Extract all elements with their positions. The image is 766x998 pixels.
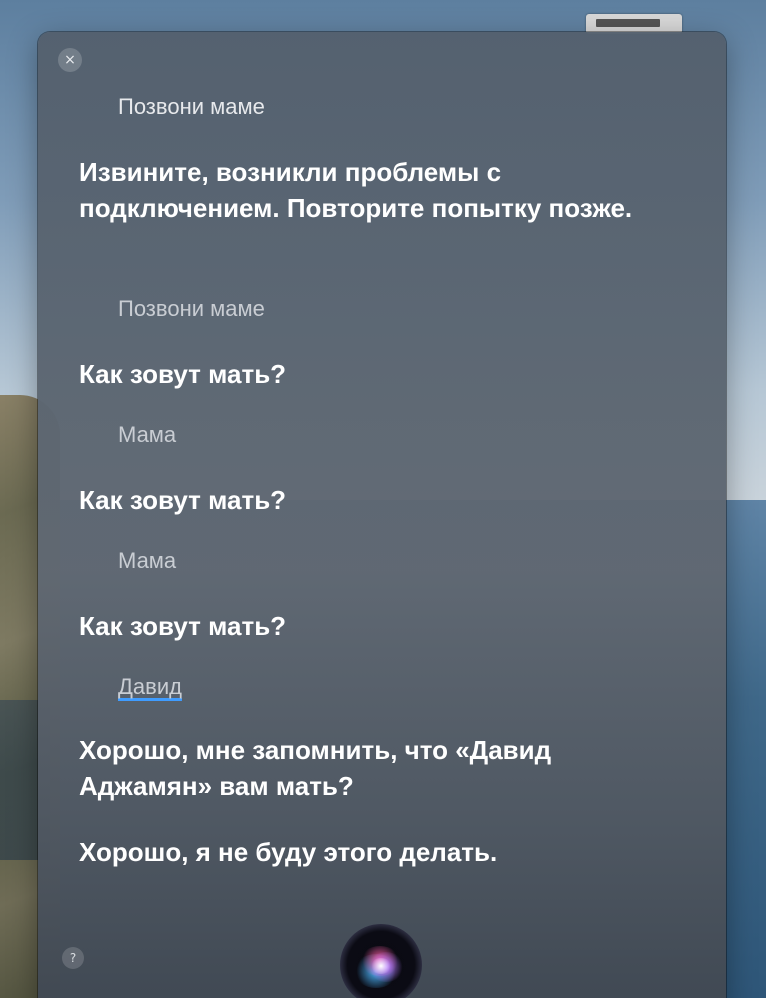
siri-response: Как зовут мать? bbox=[79, 485, 287, 515]
siri-orb-icon[interactable] bbox=[340, 924, 422, 998]
spellcheck-underlined-word[interactable]: Давид bbox=[118, 674, 182, 699]
desktop-drive-icon[interactable] bbox=[586, 14, 682, 34]
siri-response: Хорошо, мне запомнить, что «Давид Аджамя… bbox=[79, 735, 552, 801]
user-message: Позвони маме bbox=[118, 296, 265, 321]
user-message: Давид bbox=[118, 674, 182, 700]
siri-response: Как зовут мать? bbox=[79, 611, 287, 641]
user-message: Мама bbox=[118, 548, 177, 573]
help-button[interactable]: ? bbox=[62, 947, 84, 969]
close-icon: × bbox=[64, 52, 76, 68]
siri-panel: × Позвони маме Извините, возникли пробле… bbox=[38, 32, 726, 998]
user-message: Позвони маме bbox=[118, 94, 265, 119]
siri-orb-highlight bbox=[370, 958, 392, 974]
siri-response: Как зовут мать? bbox=[79, 359, 287, 389]
help-icon: ? bbox=[69, 951, 77, 965]
user-message: Мама bbox=[118, 422, 177, 447]
siri-response: Извините, возникли проблемы с подключени… bbox=[79, 157, 633, 223]
siri-response: Хорошо, я не буду этого делать. bbox=[79, 837, 498, 867]
close-button[interactable]: × bbox=[58, 48, 82, 72]
